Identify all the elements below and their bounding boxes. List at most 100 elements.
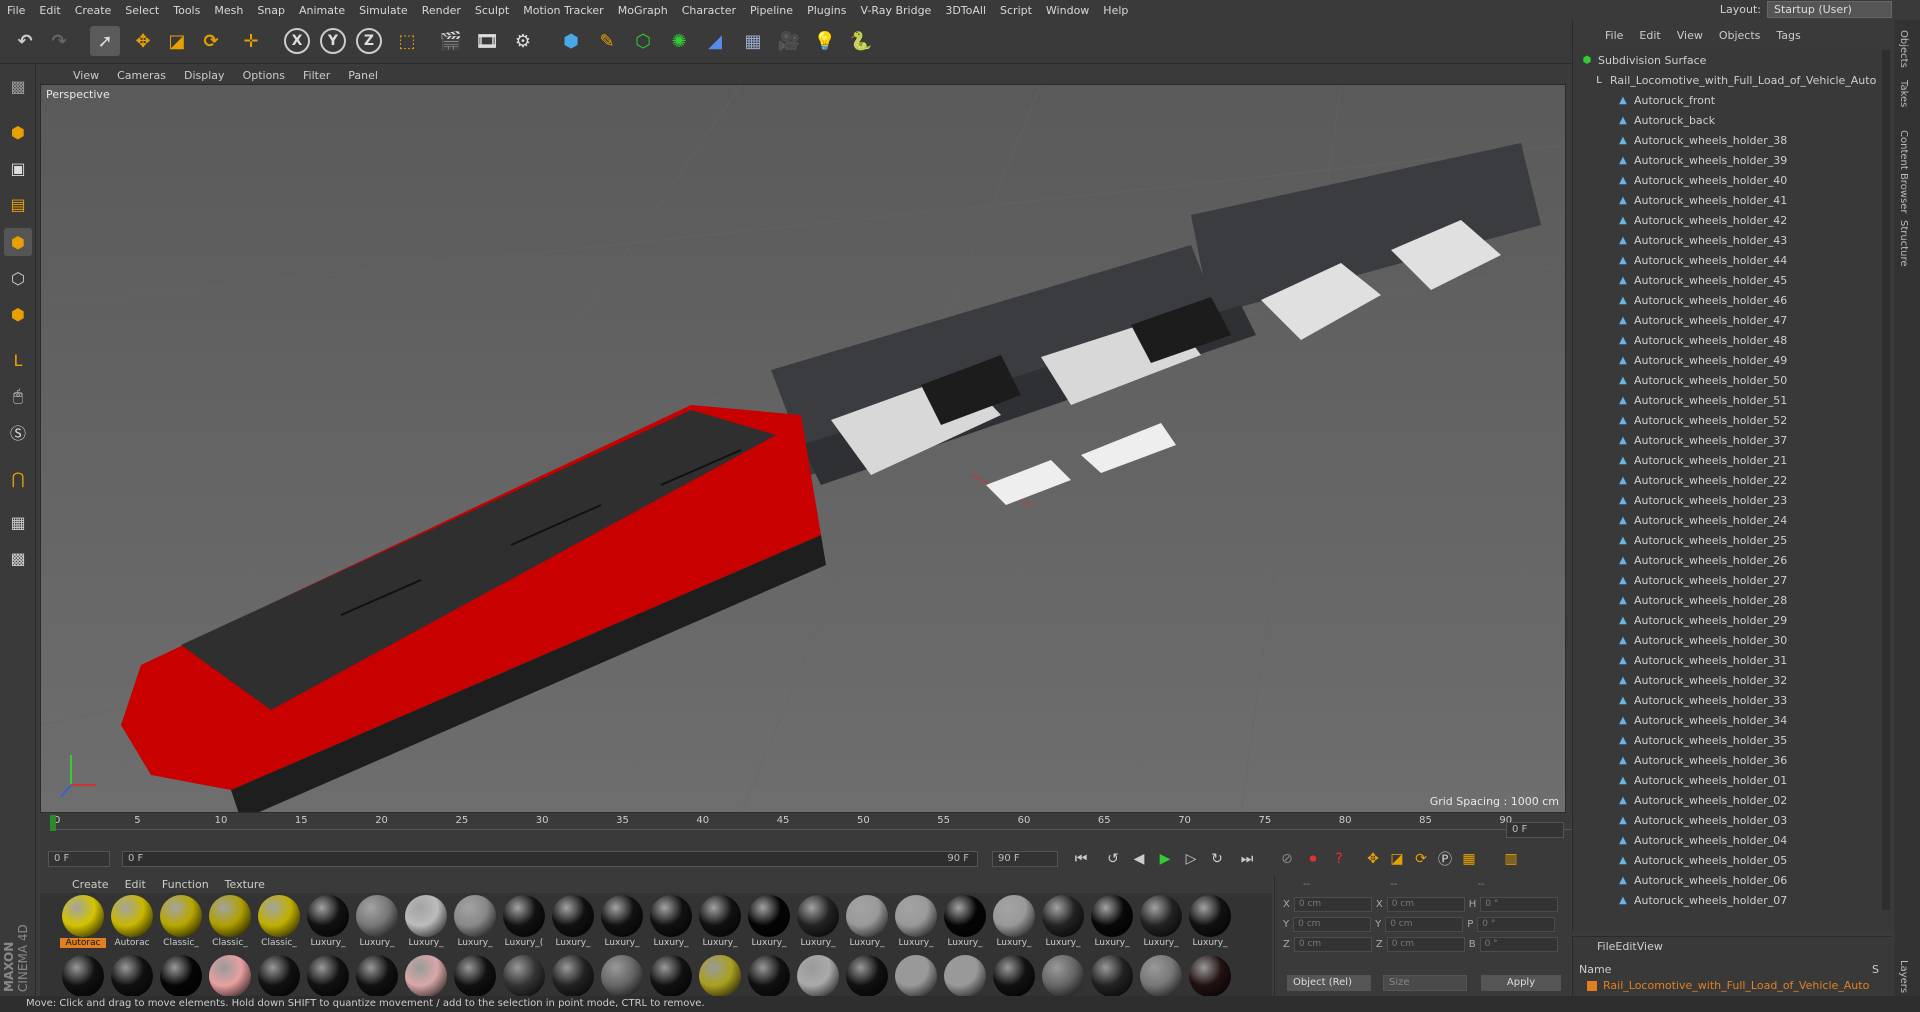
material-swatch[interactable]: Luxury_: [795, 895, 841, 948]
material-swatch[interactable]: [795, 955, 841, 996]
object-row[interactable]: ▲ Autoruck_wheels_holder_39: [1617, 150, 1787, 170]
python-icon[interactable]: 🐍: [846, 26, 876, 56]
material-swatch[interactable]: Luxury_: [599, 895, 645, 948]
object-row[interactable]: ▲ Autoruck_wheels_holder_04: [1617, 830, 1787, 850]
menu-item-v-ray-bridge[interactable]: V-Ray Bridge: [853, 4, 938, 17]
object-row[interactable]: ▲ Autoruck_wheels_holder_34: [1617, 710, 1787, 730]
menu-item-select[interactable]: Select: [118, 4, 166, 17]
menu-item-simulate[interactable]: Simulate: [352, 4, 415, 17]
record-keys-icon[interactable]: ⊘: [1276, 848, 1298, 870]
material-swatch[interactable]: Luxury_: [1089, 895, 1135, 948]
material-swatch[interactable]: Autorac: [60, 895, 106, 948]
object-row[interactable]: ▲ Autoruck_wheels_holder_31: [1617, 650, 1787, 670]
coord-size-dropdown[interactable]: Size: [1383, 975, 1467, 991]
material-swatch[interactable]: [697, 955, 743, 996]
timeline[interactable]: 0 5 10 15 20 25 30 35 40 45 50 55 60 65 70 75 80 85 90 0 F: [40, 815, 1574, 845]
object-row[interactable]: ▲ Autoruck_wheels_holder_25: [1617, 530, 1787, 550]
current-frame-field[interactable]: 0 F: [1506, 822, 1564, 838]
render-settings-icon[interactable]: ⚙: [508, 26, 538, 56]
material-swatch[interactable]: [550, 955, 596, 996]
menu-item-file[interactable]: File: [0, 4, 32, 17]
object-row[interactable]: ▲ Autoruck_front: [1617, 90, 1715, 110]
timeline-window-icon[interactable]: ▥: [1500, 848, 1522, 870]
object-row[interactable]: ▲ Autoruck_back: [1617, 110, 1715, 130]
cloner-icon[interactable]: ✺: [664, 26, 694, 56]
menu-item-3dtoall[interactable]: 3DToAll: [938, 4, 993, 17]
object-row[interactable]: ▲ Autoruck_wheels_holder_28: [1617, 590, 1787, 610]
side-tab-content-browser[interactable]: Content Browser: [1898, 130, 1909, 213]
material-swatch[interactable]: Luxury_: [746, 895, 792, 948]
object-list-scrollbar[interactable]: [1882, 50, 1890, 910]
layer-item[interactable]: Rail_Locomotive_with_Full_Load_of_Vehicl…: [1587, 979, 1869, 992]
menu-item-pipeline[interactable]: Pipeline: [743, 4, 800, 17]
menu-item-plugins[interactable]: Plugins: [800, 4, 853, 17]
viewport-menu-cameras[interactable]: Cameras: [108, 69, 175, 82]
end-frame-field[interactable]: 90 F: [992, 851, 1058, 867]
scale-tool-icon[interactable]: ◪: [162, 26, 192, 56]
coord-rotation-field[interactable]: 0 °: [1477, 917, 1556, 932]
coord-position-field[interactable]: 0 cm: [1293, 917, 1372, 932]
start-frame-field[interactable]: 0 F: [48, 851, 110, 867]
light-icon[interactable]: 💡: [810, 26, 840, 56]
go-to-start-icon[interactable]: ⏮: [1070, 848, 1092, 870]
menu-item-animate[interactable]: Animate: [292, 4, 352, 17]
coord-rotation-field[interactable]: 0 °: [1480, 897, 1559, 912]
viewport-menu-filter[interactable]: Filter: [294, 69, 339, 82]
material-swatch[interactable]: [305, 955, 351, 996]
y-axis-lock-icon[interactable]: Y: [320, 28, 346, 54]
material-swatch[interactable]: [599, 955, 645, 996]
camera-icon[interactable]: 🎥: [774, 26, 804, 56]
material-swatch[interactable]: Luxury_: [305, 895, 351, 948]
coord-size-field[interactable]: 0 cm: [1385, 917, 1464, 932]
workplane-icon[interactable]: ▤: [4, 190, 32, 218]
material-swatch[interactable]: Luxury_: [1040, 895, 1086, 948]
play-icon[interactable]: ▶: [1154, 848, 1176, 870]
material-menu-function[interactable]: Function: [154, 878, 217, 891]
key-position-icon[interactable]: ✥: [1362, 848, 1384, 870]
object-row[interactable]: ▲ Autoruck_wheels_holder_05: [1617, 850, 1787, 870]
move-tool-icon[interactable]: ✥: [128, 26, 158, 56]
object-row[interactable]: ▲ Autoruck_wheels_holder_52: [1617, 410, 1787, 430]
material-swatch[interactable]: [648, 955, 694, 996]
pen-spline-icon[interactable]: ✎: [592, 26, 622, 56]
menu-item-edit[interactable]: Edit: [32, 4, 67, 17]
object-row[interactable]: ▲ Autoruck_wheels_holder_36: [1617, 750, 1787, 770]
layer-menu-view[interactable]: View: [1637, 940, 1663, 953]
subdivision-icon[interactable]: ⬡: [628, 26, 658, 56]
coordinate-system-icon[interactable]: ⬚: [392, 26, 422, 56]
object-row[interactable]: ▲ Autoruck_wheels_holder_45: [1617, 270, 1787, 290]
lock-workplane-icon[interactable]: ▦: [4, 508, 32, 536]
timeline-playhead[interactable]: [50, 815, 56, 831]
material-swatch[interactable]: [1138, 955, 1184, 996]
x-axis-lock-icon[interactable]: X: [284, 28, 310, 54]
model-mode-icon[interactable]: ⬢: [4, 118, 32, 146]
material-swatch[interactable]: Classic_: [256, 895, 302, 948]
material-swatch[interactable]: [1187, 955, 1233, 996]
material-swatch[interactable]: [158, 955, 204, 996]
floor-icon[interactable]: ▦: [738, 26, 768, 56]
live-selection-icon[interactable]: ✛: [236, 26, 266, 56]
previous-frame-icon[interactable]: ◀: [1128, 848, 1150, 870]
coord-size-field[interactable]: 0 cm: [1386, 897, 1465, 912]
material-swatch[interactable]: [207, 955, 253, 996]
key-scale-icon[interactable]: ◪: [1386, 848, 1408, 870]
key-pla-icon[interactable]: ▦: [1458, 848, 1480, 870]
material-swatch[interactable]: Luxury_: [1187, 895, 1233, 948]
material-swatch[interactable]: Luxury_: [942, 895, 988, 948]
key-parameter-icon[interactable]: Ⓟ: [1434, 848, 1456, 870]
object-menu-objects[interactable]: Objects: [1711, 29, 1769, 42]
viewport-menu-options[interactable]: Options: [234, 69, 294, 82]
object-row[interactable]: ▲ Autoruck_wheels_holder_21: [1617, 450, 1787, 470]
object-row[interactable]: ▲ Autoruck_wheels_holder_01: [1617, 770, 1787, 790]
menu-item-mesh[interactable]: Mesh: [207, 4, 250, 17]
object-row[interactable]: ▲ Autoruck_wheels_holder_42: [1617, 210, 1787, 230]
viewport-menu-view[interactable]: View: [64, 69, 108, 82]
material-swatch[interactable]: Luxury_: [697, 895, 743, 948]
material-swatch[interactable]: [942, 955, 988, 996]
object-menu-edit[interactable]: Edit: [1631, 29, 1668, 42]
make-editable-icon[interactable]: ▩: [4, 72, 32, 100]
layer-menu-edit[interactable]: Edit: [1615, 940, 1636, 953]
menu-item-window[interactable]: Window: [1039, 4, 1096, 17]
object-row-subdivision-surface[interactable]: ⬢ Subdivision Surface: [1581, 50, 1707, 70]
side-tab-layers[interactable]: Layers: [1898, 960, 1909, 993]
